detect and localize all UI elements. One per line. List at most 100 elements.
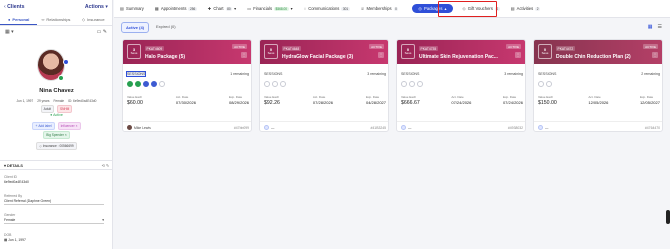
details-section-header[interactable]: ▾ DETAILS ⟲ ✎ [0,160,113,170]
more-options-icon[interactable]: ⋮ [652,52,658,58]
tab-memberships[interactable]: ♕ Memberships 0 [361,6,399,11]
sessions-row: SESSIONS 3 remaining [401,72,523,76]
session-available-icon[interactable] [546,81,552,87]
more-options-icon[interactable]: ⋮ [378,52,384,58]
client-meta: Jun 1, 1997 29 years Female ID: 6e9ed0a4… [16,99,97,103]
package-card[interactable]: 0 Sess PKAT4472 Double Chin Reduction Pla… [533,39,663,132]
field-gender[interactable]: Gender Female ▾ [4,213,104,224]
package-filter-tabs: Active (4) Expired (0) [121,22,180,33]
more-options-icon[interactable]: ⋮ [515,52,521,58]
status-badge: ACTIVE [643,44,658,49]
calendar-icon: ▦ [154,6,159,11]
client-tags: Adult SNHM [0,105,113,113]
tab-personal[interactable]: ● Personal [0,14,38,25]
insurance-badge[interactable]: ◇ Insurance : 00566699 [36,142,77,150]
chevron-down-icon: ▾ [234,6,237,11]
session-available-icon[interactable] [401,81,407,87]
avatar [264,125,269,130]
edit-icon[interactable]: ✎ [106,164,109,168]
cast-icon[interactable]: ▭ [97,29,102,35]
session-available-icon[interactable] [264,81,270,87]
camera-icon[interactable] [63,59,69,65]
view-toggle: ▦ ☰ [648,24,662,30]
session-available-icon[interactable] [280,81,286,87]
history-icon[interactable]: ⟲ [102,164,105,168]
notes-icon[interactable]: ✎ [103,29,107,35]
scrollbar[interactable] [666,210,670,224]
tab-activities[interactable]: ▤ Activities 2 [511,6,540,11]
package-title: Double Chin Reduction Plan (2) [556,54,631,60]
sessions-count-box: 3 Sess [127,44,141,59]
session-available-icon[interactable] [272,81,278,87]
back-to-clients[interactable]: ‹ Clients [4,4,24,10]
sidebar-toolbar: ▦ ▾ ▭ ✎ [0,26,112,38]
package-title: HydraGlow Facial Package (3) [282,54,354,60]
summary-icon: ▤ [120,6,124,11]
filter-expired[interactable]: Expired (0) [152,22,180,33]
tab-communications[interactable]: ◌ Communications 301 [304,6,350,11]
wallet-icon: ▭ [247,6,252,11]
session-available-icon[interactable] [417,81,423,87]
package-values: Value Each $60.00 Act. Date 07/30/2026 Exp… [127,95,249,106]
field-dob[interactable]: DOB ▦ Jun 1, 1997 [4,233,26,242]
chart-icon: ✚ [207,6,212,11]
tab-summary[interactable]: ▤ Summary [120,6,144,11]
tab-chart[interactable]: ✚ Chart 80 ▾ [208,6,236,11]
client-status: ● Active [0,113,113,117]
tab-insurance[interactable]: ◇ Insurance [75,14,112,25]
package-code: PKAT4609 [145,46,164,51]
layout-dropdown[interactable]: ▦ ▾ [5,29,14,35]
sidebar-header: ‹ Clients Actions ▾ [0,0,112,14]
remaining-count: 3 remaining [504,72,523,76]
status-badge: ACTIVE [369,44,384,49]
sessions-row: SESSIONS 3 remaining [264,72,386,76]
package-card-header: 0 Sess PKAT4735 Ultimate Skin Rejuvenatio… [397,40,525,64]
tab-appointments[interactable]: ▦ Appointments 256 [155,6,197,11]
online-status-icon [58,75,64,81]
list-view-icon[interactable]: ☰ [658,24,662,30]
client-tabs: ● Personal ∞ Relationships ◇ Insurance [0,14,112,26]
session-scheduled-icon[interactable] [151,81,157,87]
package-card[interactable]: 3 Sess PKAT4609 Halo Package (5) ACTIVE ⋮… [122,39,252,132]
shield-icon: ◇ [39,144,42,148]
client-name: Nina Chavez [39,88,74,94]
package-code: PKAT4472 [556,46,575,51]
session-used-icon[interactable] [127,81,133,87]
activity-icon: ▤ [510,6,515,11]
sessions-row: SESSIONS 1 remaining [125,71,249,77]
filter-active[interactable]: Active (4) [121,22,150,33]
package-title: Ultimate Skin Rejuvenation Pac... [419,54,498,60]
field-client-id: Client ID 6e9ed0a4E43d0 [4,175,29,184]
label-influencer[interactable]: Influencer × [57,122,81,130]
session-available-icon[interactable] [409,81,415,87]
tab-financials[interactable]: ▭ Financials $568.00 ▾ [247,6,292,11]
grid-view-icon[interactable]: ▦ [648,24,653,30]
package-card-header: 0 Sess PKAT4648 HydraGlow Facial Package … [260,40,388,64]
package-card-footer: — #4938032 [397,121,525,131]
label-big-spender[interactable]: Big Spender × [43,131,70,139]
shield-icon: ◇ [81,17,86,22]
add-label-button[interactable]: + Add label [32,122,55,130]
chevron-down-icon: ▾ [102,218,104,222]
session-used-icon[interactable] [135,81,141,87]
package-title: Halo Package (5) [145,54,186,60]
session-scheduled-icon[interactable] [143,81,149,87]
tab-relationships[interactable]: ∞ Relationships [37,14,74,25]
tag-snhm: SNHM [56,105,73,113]
more-options-icon[interactable]: ⋮ [241,52,247,58]
session-available-icon[interactable] [538,81,544,87]
session-available-icon[interactable] [159,81,165,87]
tag-adult: Adult [40,105,54,113]
field-referred-by[interactable]: Referred By Client Referral (Daphne Gree… [4,194,104,205]
session-circles [264,81,286,87]
package-card[interactable]: 0 Sess PKAT4648 HydraGlow Facial Package … [259,39,389,132]
package-card[interactable]: 0 Sess PKAT4735 Ultimate Skin Rejuvenatio… [396,39,526,132]
package-code: PKAT4735 [419,46,438,51]
remaining-count: 2 remaining [641,72,660,76]
chevron-down-icon: ▾ [4,163,6,168]
plus-icon: + [35,124,38,128]
package-card-footer: — #41B3245 [260,121,388,131]
actions-menu-button[interactable]: Actions ▾ [85,4,108,10]
package-code: PKAT4648 [282,46,301,51]
avatar [538,125,543,130]
